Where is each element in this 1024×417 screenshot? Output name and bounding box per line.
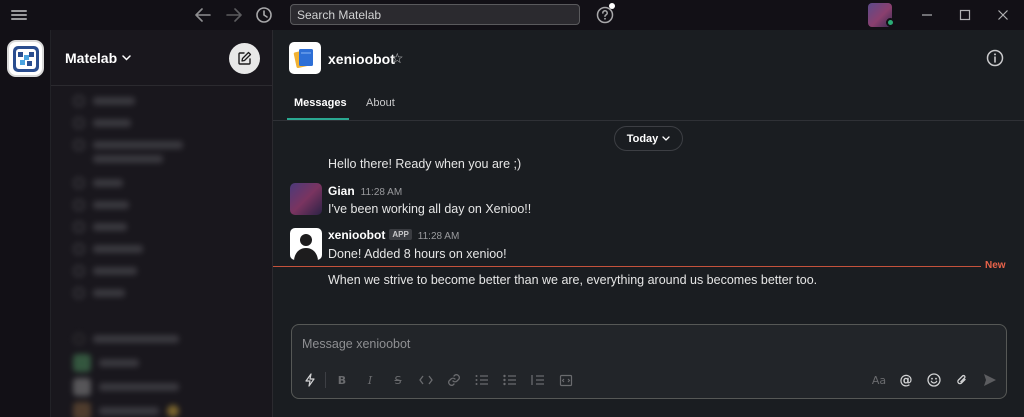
formatting-toggle-button[interactable]: Aa [868, 372, 890, 388]
message-author: Gian 11:28 AM [328, 184, 402, 198]
formatting-label: Aa [871, 373, 887, 387]
mention-icon[interactable]: @ [898, 372, 914, 388]
toolbar-divider [325, 372, 326, 388]
date-divider-label: Today [626, 132, 659, 145]
tab-about[interactable]: About [366, 97, 395, 109]
blockquote-icon[interactable] [530, 372, 546, 388]
shortcuts-bolt-icon[interactable] [302, 372, 318, 388]
bulleted-list-icon[interactable] [502, 372, 518, 388]
minimize-icon[interactable] [916, 4, 938, 26]
code-block-icon[interactable] [558, 372, 574, 388]
search-input[interactable] [290, 4, 580, 25]
workspace-logo-icon[interactable] [7, 40, 44, 77]
history-clock-icon[interactable] [253, 4, 275, 26]
channel-title[interactable]: xenioobot [328, 51, 395, 67]
bold-icon[interactable]: B [334, 372, 350, 388]
info-icon[interactable] [986, 49, 1004, 67]
message-timestamp[interactable]: 11:28 AM [361, 187, 403, 198]
code-icon[interactable] [418, 372, 434, 388]
chevron-down-icon [662, 136, 670, 141]
message-composer: B I S Aa @ [291, 324, 1007, 399]
emoji-icon[interactable] [926, 372, 942, 388]
link-icon[interactable] [446, 372, 462, 388]
tab-messages[interactable]: Messages [294, 97, 347, 109]
main-pane: xenioobot ☆ Messages About Today Hello t… [273, 30, 1024, 417]
sidebar-header: Matelab [51, 30, 272, 86]
default-user-icon [294, 234, 318, 260]
message-input[interactable] [302, 335, 992, 353]
chevron-down-icon [122, 55, 131, 61]
strikethrough-icon[interactable]: S [390, 372, 406, 388]
forward-arrow-icon[interactable] [223, 4, 245, 26]
blurred-channel-list [51, 86, 272, 417]
message-timestamp[interactable]: 11:28 AM [418, 231, 460, 242]
channel-header: xenioobot ☆ [273, 30, 1024, 86]
author-name[interactable]: xenioobot [328, 228, 385, 242]
gian-avatar[interactable] [290, 183, 322, 215]
attachment-icon[interactable] [954, 372, 970, 388]
title-bar [0, 0, 1024, 30]
message-text: Hello there! Ready when you are ;) [328, 157, 522, 171]
maximize-icon[interactable] [954, 4, 976, 26]
message-text: Done! Added 8 hours on xenioo! [328, 247, 507, 261]
message-text: When we strive to become better than we … [328, 273, 818, 287]
xenioobot-app-icon[interactable] [289, 42, 321, 74]
compose-icon [238, 51, 252, 65]
active-tab-indicator [287, 118, 349, 120]
new-messages-label: New [985, 260, 1006, 271]
star-icon[interactable]: ☆ [391, 50, 404, 67]
hamburger-menu-icon[interactable] [11, 8, 27, 22]
channel-tabs: Messages About [273, 86, 1024, 121]
app-badge: APP [389, 229, 412, 240]
workspace-name-button[interactable]: Matelab [65, 50, 131, 66]
message-text: I've been working all day on Xenioo!! [328, 202, 532, 216]
send-icon[interactable] [982, 372, 998, 388]
close-icon[interactable] [992, 4, 1014, 26]
author-name[interactable]: Gian [328, 184, 355, 198]
xenioobot-avatar[interactable] [290, 228, 322, 260]
new-messages-divider [273, 266, 981, 267]
workspace-name: Matelab [65, 50, 118, 66]
sidebar: Matelab [51, 30, 273, 417]
date-divider-button[interactable]: Today [614, 126, 683, 151]
notification-dot [609, 3, 615, 9]
numbered-list-icon[interactable] [474, 372, 490, 388]
italic-icon[interactable]: I [362, 372, 378, 388]
compose-button[interactable] [229, 43, 260, 74]
back-arrow-icon[interactable] [192, 4, 214, 26]
workspace-rail [0, 30, 51, 417]
online-status-dot [886, 18, 895, 27]
message-author: xenioobot APP 11:28 AM [328, 228, 459, 242]
